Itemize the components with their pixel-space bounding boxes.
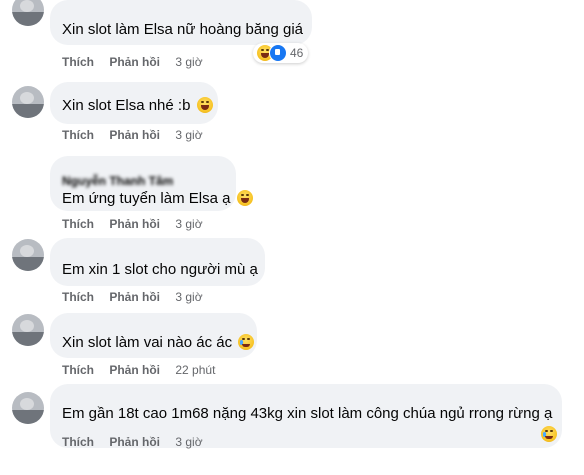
comment-text: Xin slot làm Elsa nữ hoàng băng giá	[62, 21, 304, 38]
timestamp[interactable]: 3 giờ	[175, 290, 202, 304]
like-reaction-icon	[269, 44, 287, 62]
like-link[interactable]: Thích	[62, 363, 94, 377]
reply-link[interactable]: Phản hồi	[109, 128, 160, 142]
timestamp[interactable]: 22 phút	[175, 363, 215, 377]
laughing-emoji-icon	[236, 190, 253, 206]
comment-bubble: Em xin 1 slot cho người mù ạ	[50, 238, 265, 286]
like-link[interactable]: Thích	[62, 435, 94, 449]
timestamp[interactable]: 3 giờ	[175, 128, 202, 142]
comment-text: Em ứng tuyển làm Elsa ạ	[62, 189, 253, 209]
comment-actions: Thích Phản hồi 3 giờ	[62, 128, 203, 142]
crying-emoji-icon	[541, 426, 557, 442]
timestamp[interactable]: 3 giờ	[175, 217, 202, 231]
reaction-summary[interactable]: 46	[253, 43, 309, 63]
comment-text: Em xin 1 slot cho người mù ạ	[62, 261, 258, 278]
comment-actions: Thích Phản hồi 3 giờ	[62, 290, 203, 304]
avatar[interactable]	[12, 239, 44, 271]
like-link[interactable]: Thích	[62, 55, 94, 69]
reply-link[interactable]: Phản hồi	[109, 363, 160, 377]
comment-bubble: Nguyễn Thanh Tâm Em ứng tuyển làm Elsa ạ	[50, 156, 253, 211]
like-link[interactable]: Thích	[62, 290, 94, 304]
comment-actions: Thích Phản hồi 22 phút	[62, 363, 215, 377]
comment-bubble: Xin slot làm Elsa nữ hoàng băng giá	[50, 0, 312, 45]
like-link[interactable]: Thích	[62, 217, 94, 231]
reply-link[interactable]: Phản hồi	[109, 55, 160, 69]
comment-actions: Thích Phản hồi 3 giờ	[62, 435, 203, 449]
crying-emoji-icon	[238, 334, 255, 350]
reply-link[interactable]: Phản hồi	[109, 435, 160, 449]
laughing-emoji-icon	[196, 97, 213, 113]
comment-text: Em gần 18t cao 1m68 nặng 43kg xin slot l…	[62, 405, 553, 422]
like-link[interactable]: Thích	[62, 128, 94, 142]
timestamp[interactable]: 3 giờ	[175, 435, 202, 449]
comment-text: Xin slot làm vai nào ác ác	[62, 333, 255, 353]
comment-actions: Thích Phản hồi 3 giờ	[62, 55, 203, 69]
timestamp[interactable]: 3 giờ	[175, 55, 202, 69]
reaction-count: 46	[290, 46, 304, 60]
comment-bubble: Xin slot làm vai nào ác ác	[50, 313, 257, 358]
reply-link[interactable]: Phản hồi	[109, 290, 160, 304]
avatar[interactable]	[12, 392, 44, 424]
avatar[interactable]	[12, 0, 44, 26]
comment-text: Xin slot Elsa nhé :b	[62, 96, 213, 116]
avatar[interactable]	[12, 86, 44, 118]
comment-actions: Thích Phản hồi 3 giờ	[62, 217, 203, 231]
reply-link[interactable]: Phản hồi	[109, 217, 160, 231]
comment-bubble: Xin slot Elsa nhé :b	[50, 82, 218, 124]
comment-author[interactable]: Nguyễn Thanh Tâm	[62, 174, 173, 188]
avatar[interactable]	[12, 314, 44, 346]
